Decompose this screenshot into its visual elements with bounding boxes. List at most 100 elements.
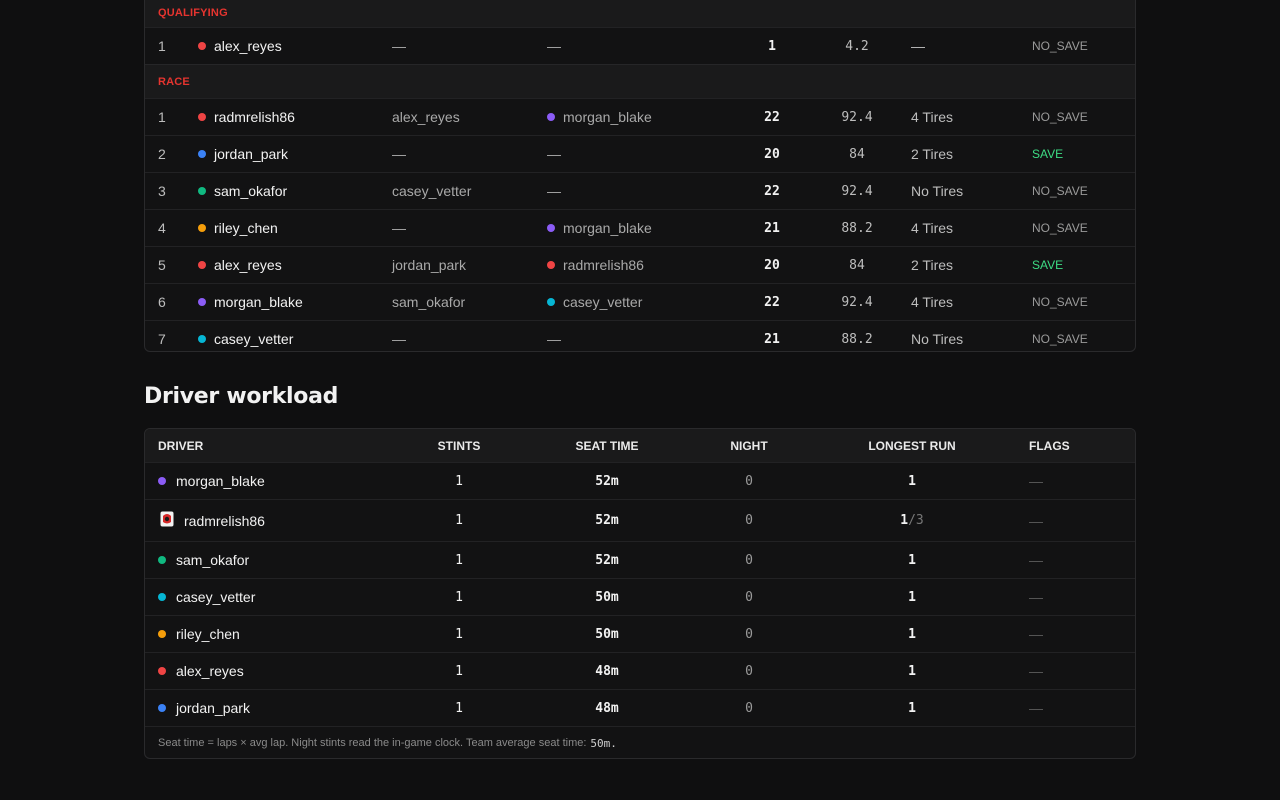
workload-seat-time: 52m bbox=[577, 542, 637, 578]
stint-fuel: 84 bbox=[832, 247, 882, 283]
stint-row[interactable]: 3 sam_okafor casey_vetter — 22 92.4 No Tires NO… bbox=[145, 172, 1135, 209]
stint-save-badge: SAVE bbox=[1032, 247, 1063, 283]
stint-laps-text: 1 bbox=[768, 38, 776, 54]
stint-row[interactable]: 4 riley_chen — morgan_blake 21 88.2 4 Tires NO_… bbox=[145, 209, 1135, 246]
workload-driver: sam_okafor bbox=[158, 542, 249, 578]
stint-tires-text: No Tires bbox=[911, 331, 964, 347]
stint-substitute: morgan_blake bbox=[547, 210, 652, 246]
stint-tires: No Tires bbox=[911, 173, 963, 209]
stint-tires: 2 Tires bbox=[911, 247, 953, 283]
workload-longest-run: 1 bbox=[882, 653, 942, 689]
workload-seat-time: 48m bbox=[577, 653, 637, 689]
stint-position-text: 7 bbox=[158, 331, 166, 347]
driver-color-dot bbox=[158, 667, 166, 675]
workload-row[interactable]: casey_vetter 1 50m 0 1 — bbox=[145, 578, 1135, 615]
stint-tires: 4 Tires bbox=[911, 210, 953, 246]
driver-color-dot bbox=[547, 298, 555, 306]
stint-save-badge-text: NO_SAVE bbox=[1032, 295, 1088, 309]
stint-tires: 4 Tires bbox=[911, 284, 953, 320]
stint-fuel-text: 88.2 bbox=[841, 220, 873, 236]
stint-driver-text: morgan_blake bbox=[214, 294, 303, 310]
driver-color-dot bbox=[158, 556, 166, 564]
workload-stints-text: 1 bbox=[455, 473, 463, 489]
footnote-text: Seat time = laps × avg lap. Night stints… bbox=[158, 737, 587, 749]
stint-position-text: 4 bbox=[158, 220, 166, 236]
stint-row[interactable]: 1 radmrelish86 alex_reyes morgan_blake 22 92.… bbox=[145, 98, 1135, 135]
header-flags[interactable]: FLAGS bbox=[1029, 429, 1070, 462]
stint-spotter: jordan_park bbox=[392, 247, 466, 283]
longest-run-value: 1 bbox=[908, 552, 916, 568]
workload-driver-name: morgan_blake bbox=[176, 473, 265, 489]
workload-row[interactable]: jordan_park 1 48m 0 1 — bbox=[145, 689, 1135, 726]
stint-position: 7 bbox=[158, 321, 166, 351]
stint-row[interactable]: 5 alex_reyes jordan_park radmrelish86 20 84 2 … bbox=[145, 246, 1135, 283]
stint-fuel: 92.4 bbox=[832, 99, 882, 135]
stint-laps: 21 bbox=[757, 321, 787, 351]
workload-row[interactable]: riley_chen 1 50m 0 1 — bbox=[145, 615, 1135, 652]
stint-position-text: 1 bbox=[158, 109, 166, 125]
stint-laps-text: 22 bbox=[764, 109, 780, 125]
workload-stints: 1 bbox=[429, 653, 489, 689]
longest-run-value: 1 bbox=[908, 663, 916, 679]
stint-spotter-text: sam_okafor bbox=[392, 294, 466, 310]
workload-seat-time-text: 52m bbox=[595, 552, 619, 568]
driver-color-dot bbox=[198, 298, 206, 306]
workload-longest-run: 1 bbox=[882, 690, 942, 726]
workload-row[interactable]: sam_okafor 1 52m 0 1 — bbox=[145, 541, 1135, 578]
stint-row[interactable]: 1 alex_reyes — — 1 4.2 — NO_SAVE bbox=[145, 27, 1135, 64]
header-stints[interactable]: STINTS bbox=[429, 429, 489, 462]
header-night[interactable]: NIGHT bbox=[719, 429, 779, 462]
workload-row[interactable]: radmrelish86 1 52m 0 1/3 — bbox=[145, 499, 1135, 541]
stint-driver-text: alex_reyes bbox=[214, 257, 282, 273]
stint-save-badge: NO_SAVE bbox=[1032, 173, 1088, 209]
workload-stints-text: 1 bbox=[455, 552, 463, 568]
stint-spotter: alex_reyes bbox=[392, 99, 460, 135]
stint-fuel: 88.2 bbox=[832, 321, 882, 351]
stint-row[interactable]: 6 morgan_blake sam_okafor casey_vetter 22 92.… bbox=[145, 283, 1135, 320]
header-driver[interactable]: DRIVER bbox=[158, 429, 203, 462]
workload-night-text: 0 bbox=[745, 700, 753, 716]
workload-night-text: 0 bbox=[745, 626, 753, 642]
workload-stints-text: 1 bbox=[455, 700, 463, 716]
stint-tires-text: 2 Tires bbox=[911, 257, 954, 273]
driver-color-dot bbox=[158, 593, 166, 601]
stint-spotter: casey_vetter bbox=[392, 173, 471, 209]
stint-row[interactable]: 2 jordan_park — — 20 84 2 Tires SAVE bbox=[145, 135, 1135, 172]
stint-laps: 22 bbox=[757, 284, 787, 320]
driver-color-dot bbox=[198, 187, 206, 195]
stint-laps-text: 21 bbox=[764, 331, 780, 347]
workload-stints-text: 1 bbox=[455, 626, 463, 642]
header-seat-time[interactable]: SEAT TIME bbox=[557, 429, 657, 462]
stint-driver: riley_chen bbox=[198, 210, 278, 246]
workload-seat-time-text: 50m bbox=[595, 626, 619, 642]
stint-tires-text: 4 Tires bbox=[911, 294, 954, 310]
workload-longest-run: 1 bbox=[882, 579, 942, 615]
workload-night-text: 0 bbox=[745, 552, 753, 568]
stint-substitute-text: — bbox=[547, 331, 561, 347]
stint-save-badge-text: NO_SAVE bbox=[1032, 184, 1088, 198]
driver-color-dot bbox=[158, 477, 166, 485]
workload-stints: 1 bbox=[429, 542, 489, 578]
stint-fuel-text: 92.4 bbox=[841, 109, 873, 125]
header-longest-run[interactable]: LONGEST RUN bbox=[857, 429, 967, 462]
stint-substitute: — bbox=[547, 173, 561, 209]
stint-fuel: 92.4 bbox=[832, 284, 882, 320]
stint-position: 1 bbox=[158, 28, 166, 64]
workload-footnote: Seat time = laps × avg lap. Night stints… bbox=[145, 726, 1135, 758]
workload-row[interactable]: alex_reyes 1 48m 0 1 — bbox=[145, 652, 1135, 689]
driver-color-dot bbox=[198, 150, 206, 158]
longest-run-value: 1 bbox=[900, 513, 909, 528]
workload-driver-name: sam_okafor bbox=[176, 552, 250, 568]
driver-color-dot bbox=[547, 224, 555, 232]
stint-position-text: 3 bbox=[158, 183, 166, 199]
stint-driver: alex_reyes bbox=[198, 28, 282, 64]
workload-seat-time-text: 48m bbox=[595, 700, 619, 716]
stint-laps-text: 21 bbox=[764, 220, 780, 236]
stint-plan-card: QUALIFYING 1 alex_reyes — —1 4.2— NO_SAVE RACE 1… bbox=[144, 0, 1136, 352]
stint-substitute-text: radmrelish86 bbox=[563, 257, 644, 273]
stint-laps: 1 bbox=[757, 28, 787, 64]
workload-row[interactable]: morgan_blake 1 52m 0 1 — bbox=[145, 462, 1135, 499]
stint-row[interactable]: 7 casey_vetter — — 21 88.2 No Tires NO_SAVE bbox=[145, 320, 1135, 351]
workload-seat-time: 50m bbox=[577, 579, 637, 615]
workload-table-header: DRIVER STINTS SEAT TIME NIGHT LONGEST RU… bbox=[145, 429, 1135, 462]
